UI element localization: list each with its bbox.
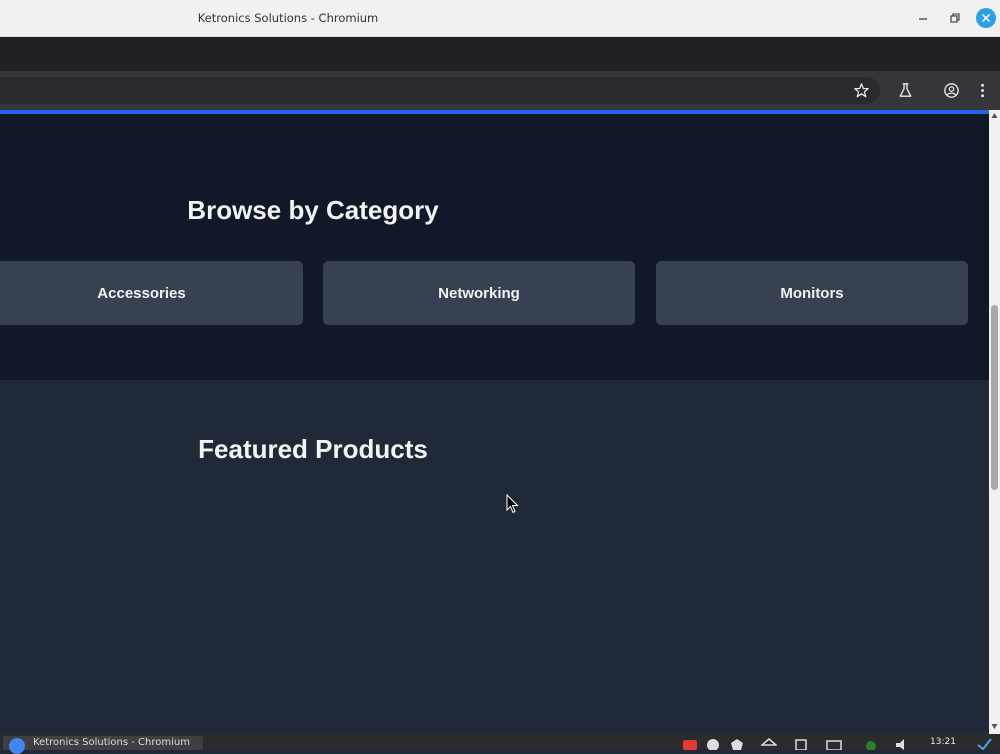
window-title: Ketronics Solutions - Chromium: [197, 11, 379, 25]
tab-strip: [0, 37, 1000, 71]
tray-green-status-icon[interactable]: [863, 737, 879, 750]
profile-icon[interactable]: [942, 81, 961, 100]
browser-toolbar: [0, 71, 1000, 110]
kebab-menu-icon[interactable]: [974, 81, 993, 100]
chromium-app-icon: [9, 738, 25, 754]
tray-network-icon[interactable]: [705, 737, 721, 750]
scroll-down-arrow-icon[interactable]: [991, 723, 998, 730]
restore-icon[interactable]: [945, 8, 965, 28]
bookmark-star-icon[interactable]: [852, 81, 871, 100]
category-heading: Browse by Category: [187, 195, 439, 225]
tray-shield-icon[interactable]: [729, 737, 745, 750]
featured-heading: Featured Products: [198, 434, 428, 464]
page-scrollbar[interactable]: [989, 110, 1000, 734]
show-desktop-icon[interactable]: [976, 737, 992, 750]
taskbar-clock: 13:21: [930, 737, 956, 747]
category-card-label: Accessories: [97, 284, 186, 302]
tray-keyboard-icon[interactable]: [826, 737, 842, 750]
minimize-icon[interactable]: [913, 8, 933, 28]
tray-update-icon[interactable]: [761, 737, 777, 750]
tray-clipboard-icon[interactable]: [793, 737, 809, 750]
labs-flask-icon[interactable]: [896, 81, 915, 100]
category-card-accessories[interactable]: Accessories: [0, 261, 303, 325]
category-card-monitors[interactable]: Monitors: [656, 261, 968, 325]
category-card-label: Monitors: [780, 284, 844, 302]
mouse-cursor-icon: [506, 494, 519, 514]
page-viewport: Browse by Category Accessories Networkin…: [0, 110, 989, 734]
category-section: Browse by Category Accessories Networkin…: [0, 114, 989, 380]
category-card-networking[interactable]: Networking: [323, 261, 635, 325]
window-titlebar: Ketronics Solutions - Chromium: [0, 0, 1000, 37]
tray-red-app-icon[interactable]: [682, 737, 698, 750]
scrollbar-thumb[interactable]: [991, 305, 998, 490]
scroll-up-arrow-icon[interactable]: [991, 112, 998, 119]
close-icon[interactable]: [976, 8, 996, 28]
category-card-label: Networking: [438, 284, 520, 302]
taskbar-window-label: Ketronics Solutions - Chromium: [33, 737, 190, 748]
os-taskbar: Ketronics Solutions - Chromium 13:21: [0, 734, 1000, 754]
address-bar[interactable]: [0, 77, 880, 104]
volume-icon[interactable]: [894, 737, 910, 750]
taskbar-window-item[interactable]: Ketronics Solutions - Chromium: [3, 736, 203, 754]
